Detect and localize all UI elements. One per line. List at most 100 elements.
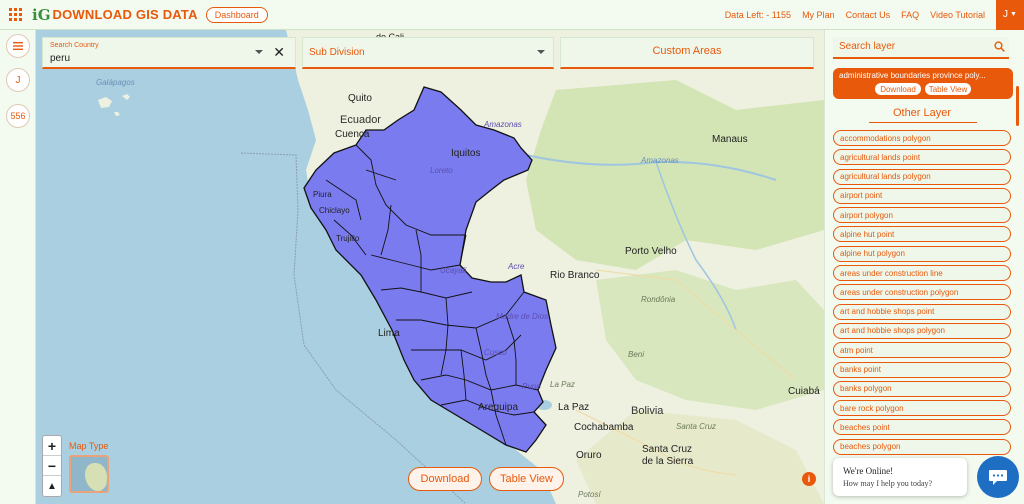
- search-country-value: peru: [50, 53, 71, 64]
- layer-item[interactable]: areas under construction line: [833, 265, 1011, 282]
- map-label-potosi: Potosí: [578, 490, 601, 499]
- user-menu-button[interactable]: J ▼: [996, 0, 1024, 30]
- map-type-label: Map Type: [69, 441, 109, 451]
- menu-button[interactable]: [6, 34, 30, 58]
- map-label-quito: Quito: [348, 93, 372, 104]
- hamburger-icon: [13, 42, 23, 50]
- divider: [869, 122, 977, 123]
- map-label-manaus: Manaus: [712, 134, 748, 145]
- header-nav: Data Left: - 1155 My Plan Contact Us FAQ…: [725, 0, 1024, 30]
- map-label-ucayali: Ucayali: [440, 266, 467, 275]
- top-bar: iG DOWNLOAD GIS DATA Dashboard Data Left…: [0, 0, 1024, 30]
- map-label-oruro: Oruro: [576, 450, 602, 461]
- zoom-in-button[interactable]: +: [43, 436, 61, 456]
- user-initial: J: [1003, 9, 1009, 20]
- layer-item[interactable]: beaches polygon: [833, 438, 1011, 455]
- map-label-la-paz: La Paz: [550, 380, 575, 389]
- selected-layer-download-button[interactable]: Download: [875, 83, 921, 95]
- map-label-la-paz-city: La Paz: [558, 402, 590, 413]
- custom-areas-button[interactable]: Custom Areas: [560, 37, 814, 69]
- logo[interactable]: iG DOWNLOAD GIS DATA: [32, 6, 198, 24]
- map-label-cusco: Cusco: [484, 348, 507, 357]
- logo-mark: iG: [32, 5, 51, 24]
- layer-item[interactable]: alpine hut polygon: [833, 245, 1011, 262]
- dropdown-caret-icon[interactable]: [537, 50, 545, 54]
- layer-item[interactable]: banks polygon: [833, 380, 1011, 397]
- table-view-button[interactable]: Table View: [489, 467, 564, 491]
- chat-title: We're Online!: [843, 466, 894, 476]
- search-icon[interactable]: [994, 41, 1005, 52]
- map-label-amazonas-peru: Amazonas: [484, 120, 522, 129]
- search-country-select[interactable]: Search Country peru ✕: [42, 37, 296, 69]
- layer-item[interactable]: art and hobbie shops polygon: [833, 322, 1011, 339]
- chevron-down-icon: ▼: [1010, 11, 1017, 18]
- map-label-cuenca: Cuenca: [335, 129, 370, 140]
- download-button[interactable]: Download: [408, 467, 482, 491]
- zoom-out-button[interactable]: −: [43, 456, 61, 476]
- layer-list: accommodations polygon agricultural land…: [833, 130, 1011, 458]
- zoom-control: + − ▲: [42, 435, 62, 497]
- user-avatar-button[interactable]: J: [6, 68, 30, 92]
- layer-search-input[interactable]: [839, 41, 979, 52]
- map-label-cuiaba: Cuiabá: [788, 386, 820, 397]
- chat-launcher-button[interactable]: [977, 456, 1019, 498]
- map-label-rondonia: Rondônia: [641, 295, 676, 304]
- layer-item[interactable]: atm point: [833, 342, 1011, 359]
- other-layer-title: Other Layer: [892, 107, 952, 119]
- sub-division-label: Sub Division: [309, 47, 365, 58]
- map-label-arequipa: Arequipa: [478, 402, 519, 413]
- map-label-loreto: Loreto: [430, 166, 453, 175]
- map-label-galapagos: Galápagos: [96, 78, 135, 87]
- layer-panel: administrative boundaries province poly.…: [824, 30, 1024, 504]
- search-country-caption: Search Country: [50, 42, 99, 49]
- map-label-amazonas-br: Amazonas: [641, 156, 679, 165]
- map-label-lima: Lima: [378, 328, 400, 339]
- map-label-cochabamba: Cochabamba: [574, 422, 634, 433]
- dropdown-caret-icon[interactable]: [255, 50, 263, 54]
- layer-item[interactable]: airport polygon: [833, 207, 1011, 224]
- nav-contact-us[interactable]: Contact Us: [846, 10, 891, 20]
- map-label-acre: Acre: [508, 262, 525, 271]
- logo-text: DOWNLOAD GIS DATA: [52, 7, 198, 22]
- layer-item[interactable]: agricultural lands polygon: [833, 168, 1011, 185]
- layer-list-scrollbar[interactable]: [1016, 86, 1019, 126]
- map-label-iquitos: Iquitos: [451, 148, 481, 159]
- map-type-thumbnail[interactable]: [69, 455, 109, 493]
- data-left-counter: Data Left: - 1155: [724, 9, 792, 20]
- clear-icon[interactable]: ✕: [273, 45, 285, 59]
- info-icon[interactable]: i: [802, 472, 816, 486]
- layer-item[interactable]: alpine hut point: [833, 226, 1011, 243]
- nav-video-tutorial[interactable]: Video Tutorial: [930, 10, 985, 20]
- compass-icon[interactable]: ▲: [43, 476, 61, 496]
- layer-search-box[interactable]: [833, 37, 1009, 59]
- custom-areas-label: Custom Areas: [652, 45, 722, 57]
- map-label-chiclayo: Chiclayo: [319, 206, 350, 215]
- layer-item[interactable]: beaches point: [833, 419, 1011, 436]
- chat-icon: [989, 470, 1007, 485]
- map-label-puno: Puno: [522, 382, 541, 391]
- selected-layer-table-view-button[interactable]: Table View: [925, 83, 971, 95]
- map-label-bolivia: Bolivia: [631, 405, 664, 417]
- map-label-piura: Piura: [313, 190, 332, 199]
- sub-division-select[interactable]: Sub Division: [302, 37, 554, 69]
- layer-item[interactable]: agricultural lands point: [833, 149, 1011, 166]
- map-canvas[interactable]: Galápagos Quito Ecuador Cuenca de Cali A…: [36, 30, 824, 504]
- nav-my-plan[interactable]: My Plan: [802, 10, 835, 20]
- left-rail: J 556: [0, 30, 36, 504]
- apps-grid-icon[interactable]: [0, 0, 30, 30]
- map-label-trujillo: Trujillo: [336, 234, 360, 243]
- selected-layer-card: administrative boundaries province poly.…: [833, 68, 1013, 99]
- layer-item[interactable]: accommodations polygon: [833, 130, 1011, 146]
- layer-item[interactable]: airport point: [833, 187, 1011, 204]
- map-label-santa-cruz-city: Santa Cruz de la Sierra: [642, 444, 694, 467]
- layer-item[interactable]: bare rock polygon: [833, 400, 1011, 417]
- layer-item[interactable]: art and hobbie shops point: [833, 303, 1011, 320]
- map-label-madre-de-dios: Madre de Dios: [496, 312, 549, 321]
- chat-greeting[interactable]: We're Online! How may I help you today?: [833, 458, 967, 496]
- layer-item[interactable]: areas under construction polygon: [833, 284, 1011, 301]
- layer-item[interactable]: banks point: [833, 361, 1011, 378]
- nav-faq[interactable]: FAQ: [901, 10, 919, 20]
- count-badge[interactable]: 556: [6, 104, 30, 128]
- dashboard-button[interactable]: Dashboard: [205, 6, 268, 23]
- map-label-santa-cruz: Santa Cruz: [676, 422, 717, 431]
